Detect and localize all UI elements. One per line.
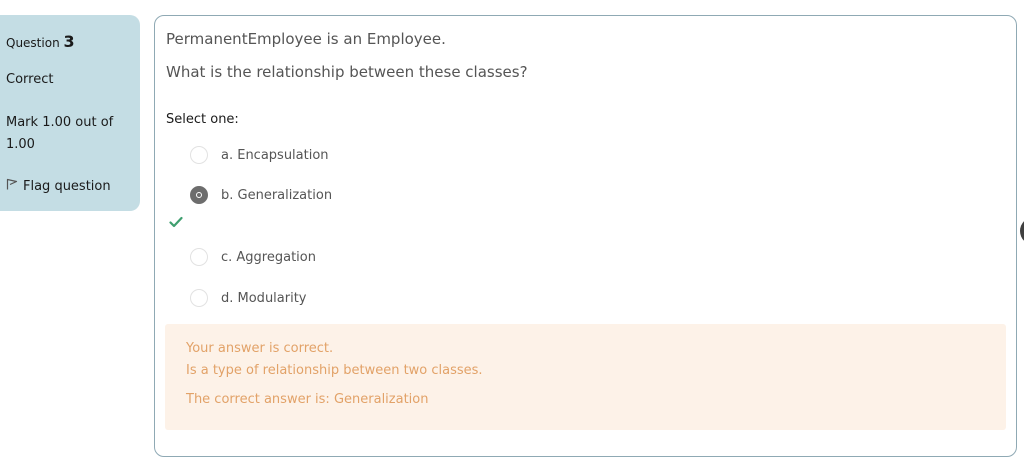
question-info-panel: Question 3 Correct Mark 1.00 out of 1.00… [0,15,140,211]
flag-question-label: Flag question [23,178,111,194]
question-number: Question 3 [6,32,75,51]
side-drawer-toggle[interactable] [1020,217,1024,245]
answer-option-label: b. Generalization [221,187,333,203]
radio-button-selected[interactable] [190,186,208,204]
answer-option-c[interactable]: c. Aggregation [190,248,316,266]
feedback-box: Your answer is correct. Is a type of rel… [165,324,1006,430]
answer-option-a[interactable]: a. Encapsulation [190,146,329,164]
feedback-right-answer: The correct answer is: Generalization [186,392,429,407]
question-number-value: 3 [63,32,75,51]
flag-icon [6,178,18,194]
answer-option-d[interactable]: d. Modularity [190,289,307,307]
flag-question-link[interactable]: Flag question [6,178,111,194]
question-grade: Mark 1.00 out of 1.00 [6,115,114,152]
quiz-page: Question 3 Correct Mark 1.00 out of 1.00… [0,0,1024,470]
feedback-general: Is a type of relationship between two cl… [186,363,483,378]
radio-button[interactable] [190,248,208,266]
question-text-line1: PermanentEmployee is an Employee. [166,30,446,48]
correct-check-icon [169,213,183,228]
answer-option-b[interactable]: b. Generalization [190,186,332,204]
answer-option-label: c. Aggregation [221,249,316,265]
question-text-line2: What is the relationship between these c… [166,63,528,81]
radio-button[interactable] [190,289,208,307]
question-number-label: Question [6,36,60,50]
answer-option-label: d. Modularity [221,290,307,306]
feedback-result: Your answer is correct. [186,341,334,356]
question-content: PermanentEmployee is an Employee. What i… [154,15,1017,457]
radio-button[interactable] [190,146,208,164]
answer-option-label: a. Encapsulation [221,147,329,163]
answer-prompt: Select one: [166,112,239,127]
question-state: Correct [6,72,54,87]
